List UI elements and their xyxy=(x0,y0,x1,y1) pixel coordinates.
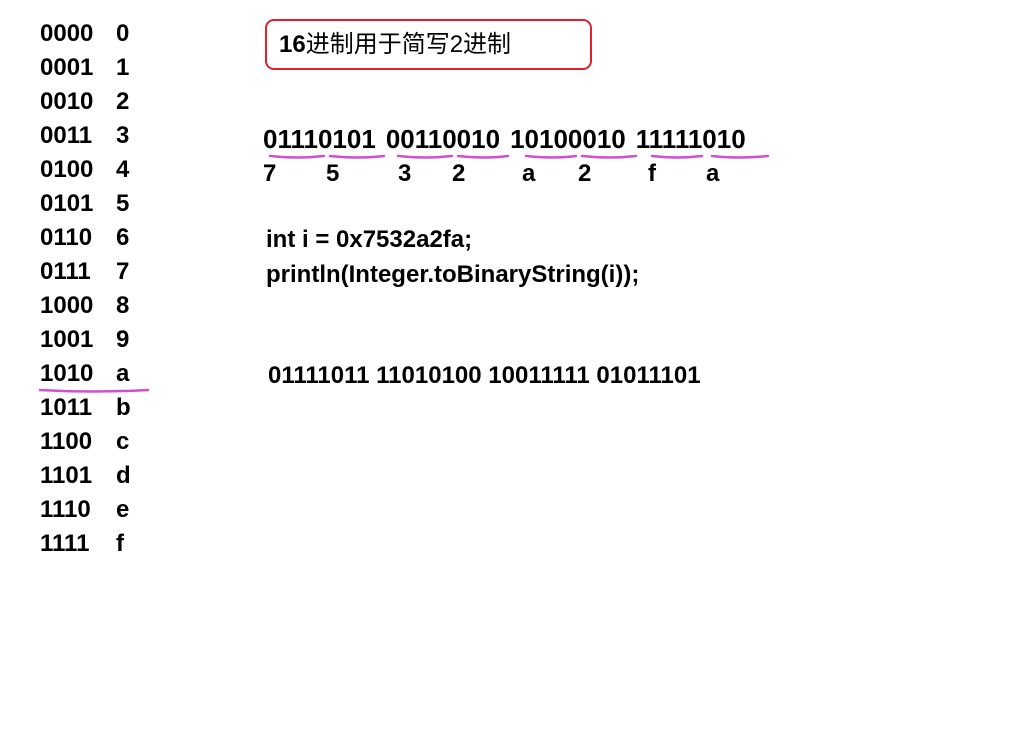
binary-value: 0100 xyxy=(40,156,94,183)
hex-value: 0 xyxy=(116,20,130,47)
binary-value: 0001 xyxy=(40,54,94,81)
hex-digit: 5 xyxy=(326,160,340,187)
code-block: int i = 0x7532a2fa; println(Integer.toBi… xyxy=(266,222,639,292)
code-line-2: println(Integer.toBinaryString(i)); xyxy=(266,261,640,288)
binary-value: 0111 xyxy=(40,258,91,285)
binary-value: 0011 xyxy=(40,122,93,149)
hex-digit: a xyxy=(706,160,720,187)
hex-value: e xyxy=(116,496,130,523)
binary-value: 0000 xyxy=(40,20,94,47)
hex-value: 2 xyxy=(116,88,130,115)
hex-digit: f xyxy=(648,160,656,187)
table-row: 0011 3 xyxy=(40,119,131,153)
table-row: 0001 1 xyxy=(40,51,131,85)
hex-value: b xyxy=(116,394,131,421)
table-row: 1011 b xyxy=(40,391,131,425)
hex-digit: 2 xyxy=(452,160,466,187)
binary-value: 0110 xyxy=(40,224,93,251)
binary-result: 01111011 11010100 10011111 01011101 xyxy=(268,362,701,389)
binary-value: 0101 xyxy=(40,190,94,217)
hex-digit: 7 xyxy=(263,160,277,187)
table-row: 0101 5 xyxy=(40,187,131,221)
hex-value: 8 xyxy=(116,292,130,319)
binary-value: 1101 xyxy=(40,462,93,489)
hex-digit: 2 xyxy=(578,160,592,187)
binary-byte: 10100010 xyxy=(510,124,626,154)
table-row: 0100 4 xyxy=(40,153,131,187)
binary-bytes-line: 01110101 00110010 10100010 11111010 xyxy=(263,124,756,155)
hex-value: c xyxy=(116,428,130,455)
hex-value: 4 xyxy=(116,156,130,183)
hex-digit: a xyxy=(522,160,536,187)
table-row: 1100 c xyxy=(40,425,131,459)
table-row: 1111 f xyxy=(40,527,131,561)
binary-value: 1010 xyxy=(40,360,94,387)
hex-value: 9 xyxy=(116,326,130,353)
hex-value: 5 xyxy=(116,190,130,217)
binary-value: 0010 xyxy=(40,88,94,115)
table-row: 1010 a xyxy=(38,357,150,393)
table-row: 0000 0 xyxy=(40,17,131,51)
binary-value: 1111 xyxy=(40,530,90,557)
binary-value: 1000 xyxy=(40,292,94,319)
table-row: 1001 9 xyxy=(40,323,131,357)
table-row: 1101 d xyxy=(40,459,131,493)
hex-value: f xyxy=(116,530,124,557)
title-text: 进制用于简写2进制 xyxy=(305,31,512,58)
binary-value: 1011 xyxy=(40,394,93,421)
binary-byte: 11111010 xyxy=(635,124,746,154)
binary-value: 1001 xyxy=(40,326,94,353)
hex-value: d xyxy=(116,462,131,489)
hex-value: a xyxy=(116,360,130,387)
hex-value: 6 xyxy=(116,224,130,251)
table-row: 0110 6 xyxy=(40,221,131,255)
binary-byte: 01110101 xyxy=(263,124,376,154)
table-row: 1110 e xyxy=(40,493,131,527)
hex-value: 1 xyxy=(116,54,130,81)
table-row: 1000 8 xyxy=(40,289,131,323)
code-line-1: int i = 0x7532a2fa; xyxy=(266,226,473,253)
binary-byte: 00110010 xyxy=(385,124,501,154)
title-prefix: 16 xyxy=(279,31,306,58)
binary-hex-table: 0000 0 0001 1 0010 2 0011 3 0100 4 0101 5 0110 6 0111 7… xyxy=(38,17,150,561)
binary-value: 1100 xyxy=(40,428,93,455)
hex-value: 7 xyxy=(116,258,130,285)
hex-value: 3 xyxy=(116,122,130,149)
hex-digit: 3 xyxy=(398,160,412,187)
nibble-underlines xyxy=(268,154,770,159)
table-row: 0010 2 xyxy=(40,85,131,119)
table-row: 0111 7 xyxy=(40,255,131,289)
binary-value: 1110 xyxy=(40,496,91,523)
title-box: 16进制用于简写2进制 xyxy=(265,19,592,70)
